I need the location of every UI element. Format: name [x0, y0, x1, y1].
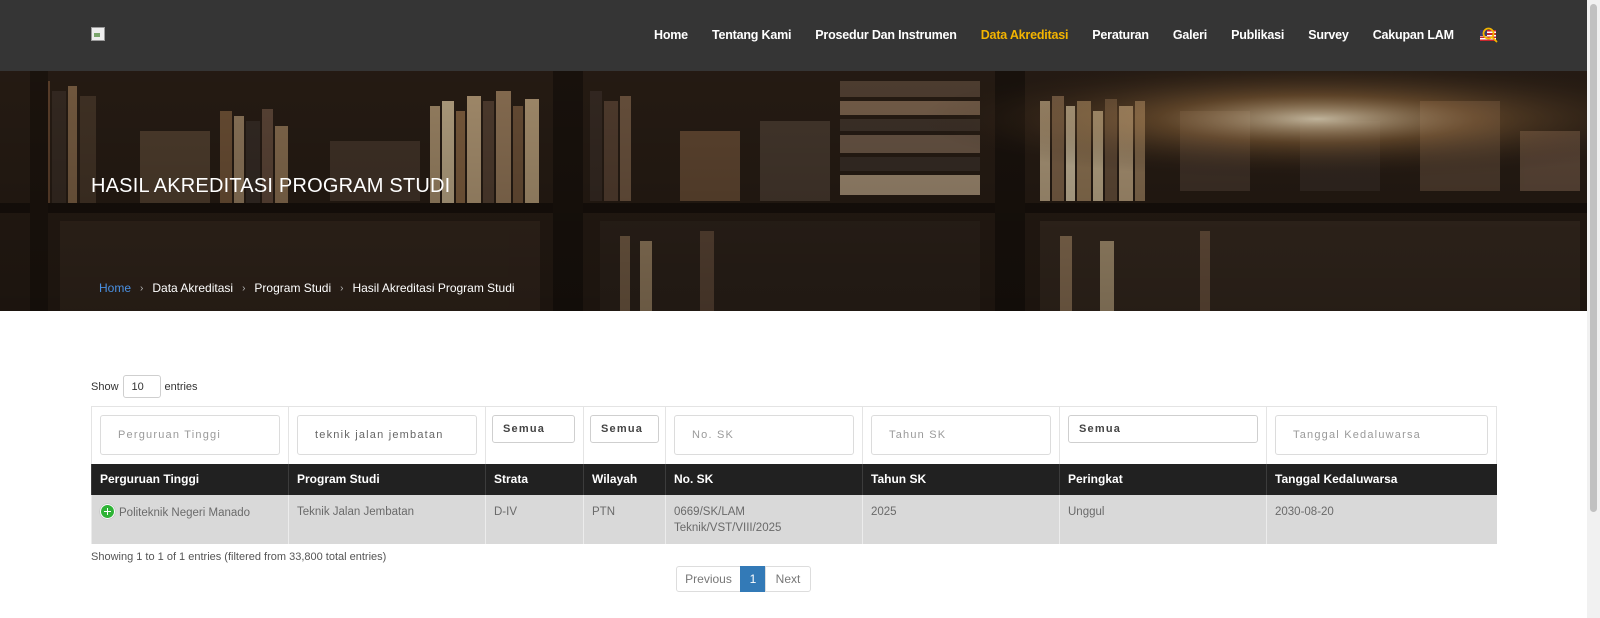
- breadcrumb-program-studi[interactable]: Program Studi: [254, 281, 331, 295]
- cell-tanggal-kedaluwarsa: 2030-08-20: [1266, 494, 1497, 544]
- filter-perguruan-tinggi-input[interactable]: Perguruan Tinggi: [100, 415, 280, 455]
- table-info-text: Showing 1 to 1 of 1 entries (filtered fr…: [91, 551, 387, 563]
- top-navbar: Home Tentang Kami Prosedur Dan Instrumen…: [0, 0, 1587, 71]
- breadcrumb-home[interactable]: Home: [99, 281, 131, 295]
- site-logo-broken-image-icon[interactable]: [91, 27, 105, 41]
- nav-data-akreditasi[interactable]: Data Akreditasi: [981, 28, 1069, 42]
- breadcrumb-current: Hasil Akreditasi Program Studi: [352, 281, 515, 295]
- chevron-right-icon: ›: [140, 282, 144, 294]
- cell-perguruan-tinggi-text: Politeknik Negeri Manado: [119, 506, 251, 519]
- nav-publikasi[interactable]: Publikasi: [1231, 28, 1284, 42]
- main-nav: Home Tentang Kami Prosedur Dan Instrumen…: [654, 25, 1548, 45]
- cell-program-studi: Teknik Jalan Jembatan: [288, 494, 486, 544]
- page-scrollbar[interactable]: [1587, 0, 1600, 618]
- table-header-row: Perguruan Tinggi Program Studi Strata Wi…: [91, 463, 1497, 495]
- chevron-right-icon: ›: [242, 282, 246, 294]
- scrollbar-thumb[interactable]: [1590, 4, 1597, 512]
- pagination: Previous 1 Next: [676, 566, 811, 592]
- column-header-tahun-sk[interactable]: Tahun SK: [862, 463, 1060, 495]
- column-header-no-sk[interactable]: No. SK: [665, 463, 863, 495]
- nav-prosedur-dan-instrumen[interactable]: Prosedur Dan Instrumen: [815, 28, 957, 42]
- column-header-program-studi[interactable]: Program Studi: [288, 463, 486, 495]
- nav-tentang-kami[interactable]: Tentang Kami: [712, 28, 792, 42]
- column-header-perguruan-tinggi[interactable]: Perguruan Tinggi: [91, 463, 289, 495]
- expand-row-plus-icon[interactable]: [100, 503, 115, 519]
- cell-peringkat: Unggul: [1059, 494, 1267, 544]
- filter-wilayah-select[interactable]: Semua: [590, 415, 659, 443]
- chevron-right-icon: ›: [340, 282, 344, 294]
- cell-strata: D-IV: [485, 494, 584, 544]
- nav-peraturan[interactable]: Peraturan: [1092, 28, 1149, 42]
- nav-home[interactable]: Home: [654, 28, 688, 42]
- pagination-next-button[interactable]: Next: [765, 566, 811, 592]
- accreditation-table: Perguruan Tinggi teknik jalan jembatan S…: [91, 406, 1497, 544]
- filter-tanggal-kedaluwarsa-input[interactable]: Tanggal Kedaluwarsa: [1275, 415, 1488, 455]
- filter-tahun-sk-input[interactable]: Tahun SK: [871, 415, 1051, 455]
- column-header-tanggal-kedaluwarsa[interactable]: Tanggal Kedaluwarsa: [1266, 463, 1497, 495]
- hero-banner: HASIL AKREDITASI PROGRAM STUDI Home › Da…: [0, 71, 1587, 311]
- page-title: HASIL AKREDITASI PROGRAM STUDI: [91, 175, 451, 197]
- column-header-peringkat[interactable]: Peringkat: [1059, 463, 1267, 495]
- breadcrumb-data-akreditasi[interactable]: Data Akreditasi: [152, 281, 233, 295]
- cell-perguruan-tinggi: Politeknik Negeri Manado: [91, 494, 289, 544]
- filter-strata-select[interactable]: Semua: [492, 415, 575, 443]
- show-entries-control: Show 10 entries: [91, 375, 198, 398]
- entries-per-page-select[interactable]: 10: [122, 375, 161, 398]
- cell-wilayah: PTN: [583, 494, 666, 544]
- breadcrumb: Home › Data Akreditasi › Program Studi ›…: [99, 281, 515, 295]
- nav-survey[interactable]: Survey: [1308, 28, 1349, 42]
- table-row[interactable]: Politeknik Negeri Manado Teknik Jalan Je…: [91, 494, 1497, 544]
- filter-no-sk-input[interactable]: No. SK: [674, 415, 854, 455]
- nav-cakupan-lam[interactable]: Cakupan LAM: [1373, 28, 1454, 42]
- entries-label: entries: [164, 380, 198, 393]
- nav-galeri[interactable]: Galeri: [1173, 28, 1207, 42]
- cell-tahun-sk: 2025: [862, 494, 1060, 544]
- filter-program-studi-input[interactable]: teknik jalan jembatan: [297, 415, 477, 455]
- column-header-strata[interactable]: Strata: [485, 463, 584, 495]
- search-icon[interactable]: [1481, 26, 1499, 44]
- column-header-wilayah[interactable]: Wilayah: [583, 463, 666, 495]
- filter-peringkat-select[interactable]: Semua: [1068, 415, 1258, 443]
- filter-row: Perguruan Tinggi teknik jalan jembatan S…: [91, 406, 1497, 464]
- cell-no-sk: 0669/SK/LAM Teknik/VST/VIII/2025: [665, 494, 863, 544]
- show-label: Show: [91, 380, 119, 393]
- pagination-previous-button[interactable]: Previous: [676, 566, 741, 592]
- pagination-page-1-button[interactable]: 1: [740, 566, 766, 592]
